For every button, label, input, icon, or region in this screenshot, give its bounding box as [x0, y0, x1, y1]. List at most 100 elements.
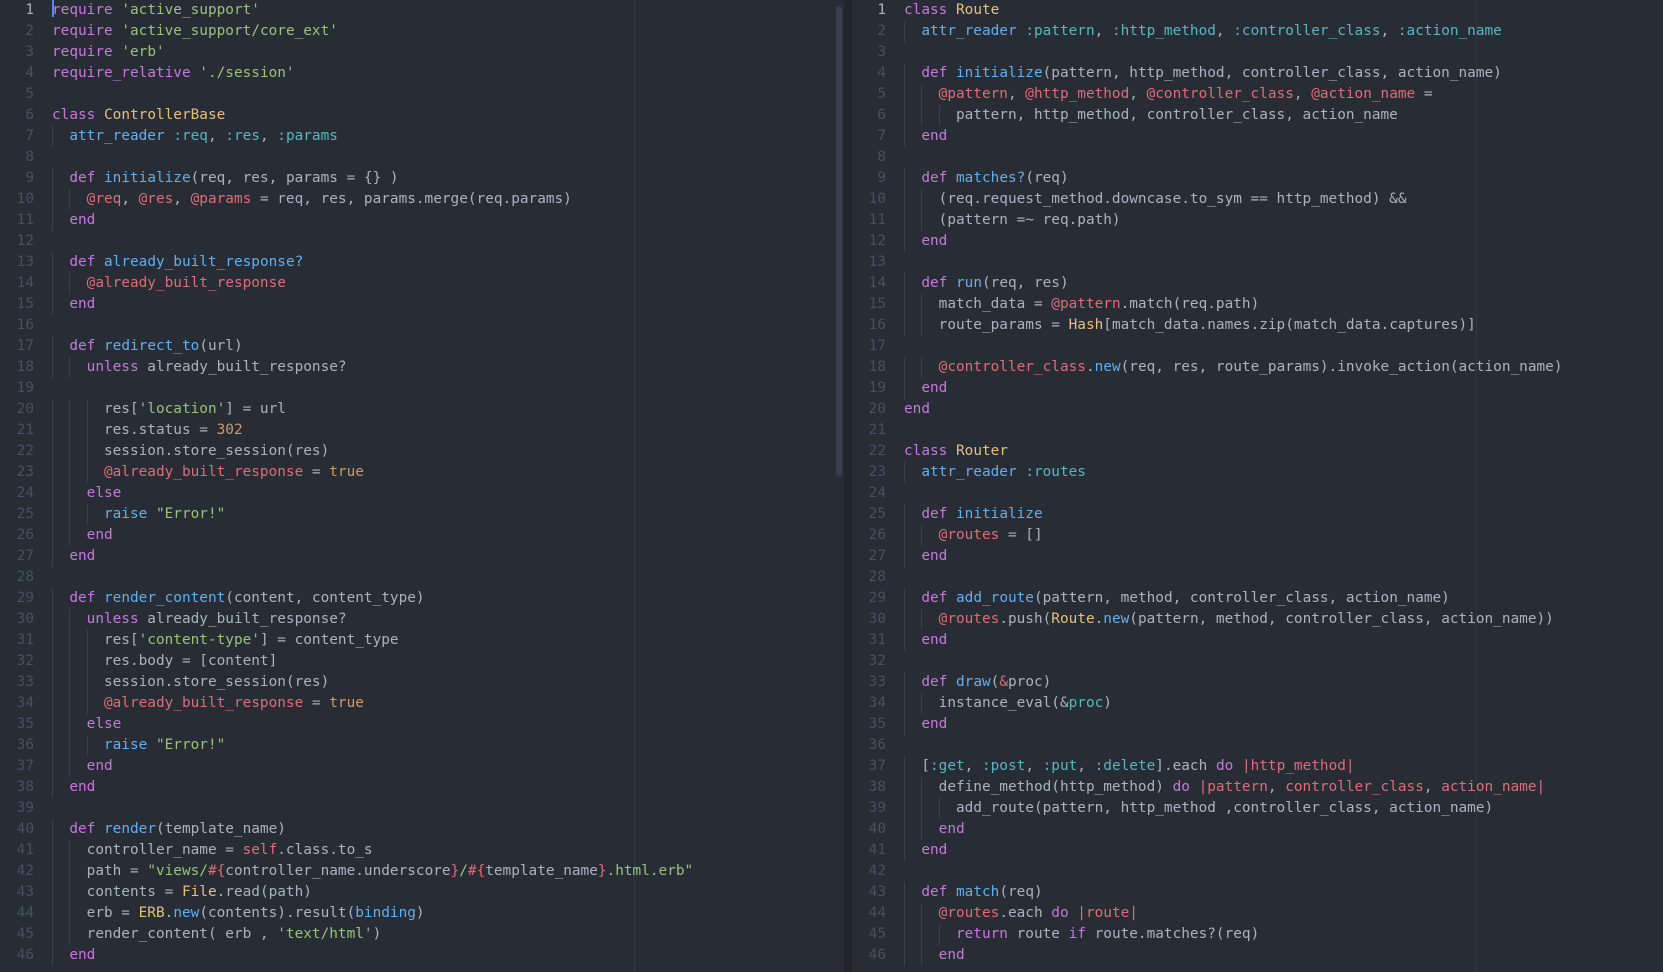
code-text[interactable]: end [904, 126, 947, 147]
code-line[interactable]: 9 def initialize(req, res, params = {} ) [0, 168, 844, 189]
code-text[interactable]: end [52, 945, 95, 966]
code-text[interactable]: end [52, 546, 95, 567]
code-text[interactable]: controller_name = self.class.to_s [52, 840, 373, 861]
code-line[interactable]: 28 [0, 567, 844, 588]
code-line[interactable]: 14 @already_built_response [0, 273, 844, 294]
code-line[interactable]: 5 [0, 84, 844, 105]
code-line[interactable]: 29 def add_route(pattern, method, contro… [852, 588, 1663, 609]
code-text[interactable]: res['content-type'] = content_type [52, 630, 399, 651]
code-line[interactable]: 17 def redirect_to(url) [0, 336, 844, 357]
code-text[interactable]: @already_built_response [52, 273, 286, 294]
code-line[interactable]: 28 [852, 567, 1663, 588]
code-line[interactable]: 6 class ControllerBase [0, 105, 844, 126]
code-line[interactable]: 36 raise "Error!" [0, 735, 844, 756]
left-editor-pane[interactable]: 1 require 'active_support' 2 require 'activ… [0, 0, 844, 972]
code-text[interactable]: session.store_session(res) [52, 441, 329, 462]
code-line[interactable]: 24 else [0, 483, 844, 504]
code-line[interactable]: 23 attr_reader :routes [852, 462, 1663, 483]
code-line[interactable]: 37 end [0, 756, 844, 777]
code-text[interactable]: end [904, 630, 947, 651]
code-text[interactable]: end [904, 231, 947, 252]
code-line[interactable]: 44 @routes.each do |route| [852, 903, 1663, 924]
code-text[interactable]: [:get, :post, :put, :delete].each do |ht… [904, 756, 1354, 777]
code-line[interactable]: 35 end [852, 714, 1663, 735]
code-line[interactable]: 46 end [0, 945, 844, 966]
code-text[interactable]: path = "views/#{controller_name.undersco… [52, 861, 694, 882]
code-text[interactable]: erb = ERB.new(contents).result(binding) [52, 903, 425, 924]
code-line[interactable]: 13 def already_built_response? [0, 252, 844, 273]
code-line[interactable]: 30 unless already_built_response? [0, 609, 844, 630]
code-text[interactable]: unless already_built_response? [52, 357, 347, 378]
code-line[interactable]: 45 render_content( erb , 'text/html') [0, 924, 844, 945]
code-text[interactable]: end [904, 945, 965, 966]
code-line[interactable]: 27 end [852, 546, 1663, 567]
code-text[interactable]: def initialize(pattern, http_method, con… [904, 63, 1502, 84]
code-text[interactable]: res.status = 302 [52, 420, 243, 441]
code-text[interactable]: require 'active_support/core_ext' [52, 21, 338, 42]
code-text[interactable]: raise "Error!" [52, 735, 225, 756]
code-line[interactable]: 2 require 'active_support/core_ext' [0, 21, 844, 42]
code-line[interactable]: 22 session.store_session(res) [0, 441, 844, 462]
code-text[interactable]: unless already_built_response? [52, 609, 347, 630]
code-line[interactable]: 33 def draw(&proc) [852, 672, 1663, 693]
code-line[interactable]: 39 [0, 798, 844, 819]
code-text[interactable]: end [904, 714, 947, 735]
code-text[interactable]: require 'erb' [52, 42, 165, 63]
code-text[interactable]: (pattern =~ req.path) [904, 210, 1121, 231]
code-line[interactable]: 21 res.status = 302 [0, 420, 844, 441]
code-text[interactable]: end [904, 378, 947, 399]
code-text[interactable]: attr_reader :pattern, :http_method, :con… [904, 21, 1502, 42]
code-text[interactable]: end [904, 399, 930, 420]
code-text[interactable]: def run(req, res) [904, 273, 1068, 294]
code-line[interactable]: 42 path = "views/#{controller_name.under… [0, 861, 844, 882]
code-line[interactable]: 27 end [0, 546, 844, 567]
code-line[interactable]: 13 [852, 252, 1663, 273]
code-text[interactable]: def initialize [904, 504, 1042, 525]
code-text[interactable]: render_content( erb , 'text/html') [52, 924, 382, 945]
code-line[interactable]: 15 match_data = @pattern.match(req.path) [852, 294, 1663, 315]
code-line[interactable]: 23 @already_built_response = true [0, 462, 844, 483]
right-editor-pane[interactable]: 1 class Route 2 attr_reader :pattern, :htt… [852, 0, 1663, 972]
code-line[interactable]: 38 define_method(http_method) do |patter… [852, 777, 1663, 798]
code-text[interactable]: def render_content(content, content_type… [52, 588, 424, 609]
code-text[interactable]: @routes.push(Route.new(pattern, method, … [904, 609, 1554, 630]
code-line[interactable]: 16 route_params = Hash[match_data.names.… [852, 315, 1663, 336]
code-line[interactable]: 38 end [0, 777, 844, 798]
code-line[interactable]: 14 def run(req, res) [852, 273, 1663, 294]
code-text[interactable]: @pattern, @http_method, @controller_clas… [904, 84, 1433, 105]
code-line[interactable]: 11 end [0, 210, 844, 231]
code-text[interactable]: class Route [904, 0, 999, 21]
code-text[interactable]: attr_reader :routes [904, 462, 1086, 483]
code-line[interactable]: 35 else [0, 714, 844, 735]
code-line[interactable]: 40 end [852, 819, 1663, 840]
pane-divider[interactable] [844, 0, 852, 972]
code-text[interactable]: end [52, 777, 95, 798]
code-text[interactable]: end [904, 546, 947, 567]
code-text[interactable]: else [52, 483, 122, 504]
code-line[interactable]: 1 class Route [852, 0, 1663, 21]
code-line[interactable]: 10 (req.request_method.downcase.to_sym =… [852, 189, 1663, 210]
code-text[interactable]: else [52, 714, 122, 735]
code-line[interactable]: 12 [0, 231, 844, 252]
code-line[interactable]: 36 [852, 735, 1663, 756]
code-line[interactable]: 29 def render_content(content, content_t… [0, 588, 844, 609]
code-line[interactable]: 22 class Router [852, 441, 1663, 462]
code-line[interactable]: 40 def render(template_name) [0, 819, 844, 840]
code-text[interactable]: @already_built_response = true [52, 462, 364, 483]
code-line[interactable]: 7 attr_reader :req, :res, :params [0, 126, 844, 147]
code-line[interactable]: 25 def initialize [852, 504, 1663, 525]
code-line[interactable]: 26 end [0, 525, 844, 546]
code-line[interactable]: 6 pattern, http_method, controller_class… [852, 105, 1663, 126]
vertical-scrollbar[interactable] [836, 6, 842, 476]
code-text[interactable]: def render(template_name) [52, 819, 286, 840]
code-line[interactable]: 37 [:get, :post, :put, :delete].each do … [852, 756, 1663, 777]
code-line[interactable]: 3 [852, 42, 1663, 63]
code-line[interactable]: 4 require_relative './session' [0, 63, 844, 84]
code-text[interactable]: (req.request_method.downcase.to_sym == h… [904, 189, 1407, 210]
code-line[interactable]: 24 [852, 483, 1663, 504]
code-text[interactable]: require 'active_support' [52, 0, 260, 21]
code-line[interactable]: 45 return route if route.matches?(req) [852, 924, 1663, 945]
code-line[interactable]: 30 @routes.push(Route.new(pattern, metho… [852, 609, 1663, 630]
code-text[interactable]: raise "Error!" [52, 504, 225, 525]
code-text[interactable]: define_method(http_method) do |pattern, … [904, 777, 1546, 798]
